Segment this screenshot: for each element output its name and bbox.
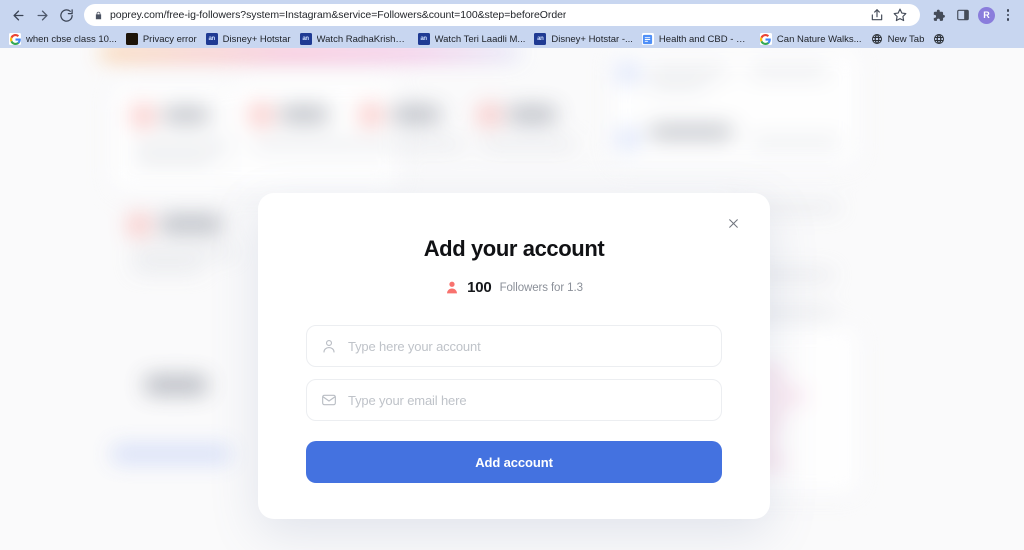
forward-arrow-icon xyxy=(35,8,50,23)
envelope-icon xyxy=(321,392,337,408)
bookmark-item[interactable]: when cbse class 10... xyxy=(6,32,123,46)
bookmark-label: Watch Teri Laadli M... xyxy=(434,33,526,45)
three-dot-menu-icon[interactable] xyxy=(1000,5,1016,26)
close-icon xyxy=(727,217,740,235)
back-arrow-icon xyxy=(11,8,26,23)
menu-dot xyxy=(1006,9,1010,12)
globe-icon xyxy=(933,33,945,45)
person-icon xyxy=(445,280,459,295)
bookmark-label: Disney+ Hotstar xyxy=(222,33,291,45)
avatar[interactable]: R xyxy=(978,6,995,24)
bookmark-item[interactable]: Can Nature Walks... xyxy=(757,32,868,46)
bookmark-item[interactable]: an Disney+ Hotstar -... xyxy=(531,32,639,46)
address-bar[interactable]: poprey.com/free-ig-followers?system=Inst… xyxy=(84,4,920,26)
bookmark-item[interactable] xyxy=(930,32,956,46)
reload-icon xyxy=(59,8,74,23)
reload-button[interactable] xyxy=(54,3,78,27)
account-field[interactable] xyxy=(306,325,722,367)
modal-overlay: Add your account 100 Followers for 1.3 T… xyxy=(0,48,1024,550)
bookmark-item[interactable]: an Disney+ Hotstar xyxy=(203,32,297,46)
close-button[interactable] xyxy=(722,215,744,237)
url-text: poprey.com/free-ig-followers?system=Inst… xyxy=(110,9,567,21)
omnibox-actions xyxy=(866,5,910,26)
bookmark-label: Watch RadhaKrishn... xyxy=(316,33,409,45)
account-input[interactable] xyxy=(348,338,707,354)
side-panel-icon[interactable] xyxy=(952,5,973,26)
add-account-modal: Add your account 100 Followers for 1.3 T… xyxy=(258,193,770,519)
follower-count: 100 xyxy=(467,279,492,296)
page-title: Add your account xyxy=(423,236,605,261)
order-summary: 100 Followers for 1.3 xyxy=(306,279,722,296)
document-icon xyxy=(641,33,654,45)
back-button[interactable] xyxy=(6,3,30,27)
person-outline-icon xyxy=(321,338,337,354)
toolbar-right-actions: R xyxy=(928,5,1018,26)
bookmark-label: New Tab xyxy=(887,33,925,45)
bookmark-label: Health and CBD - G... xyxy=(658,33,751,45)
dark-site-icon xyxy=(125,33,138,45)
hotstar-icon: an xyxy=(299,33,312,45)
star-icon[interactable] xyxy=(889,5,910,26)
menu-dot xyxy=(1006,18,1010,21)
bookmark-label: Disney+ Hotstar -... xyxy=(551,33,633,45)
google-icon xyxy=(9,33,21,45)
google-icon xyxy=(759,33,772,45)
lock-icon xyxy=(94,10,103,21)
menu-dot xyxy=(1006,13,1010,17)
forward-button[interactable] xyxy=(30,3,54,27)
bookmark-label: when cbse class 10... xyxy=(26,33,117,45)
browser-toolbar: poprey.com/free-ig-followers?system=Inst… xyxy=(0,0,1024,30)
bookmark-item[interactable]: an Watch RadhaKrishn... xyxy=(297,32,415,46)
hotstar-icon: an xyxy=(534,33,547,45)
bookmark-label: Can Nature Walks... xyxy=(776,33,862,45)
share-icon[interactable] xyxy=(866,5,887,26)
follower-count-description: Followers for 1.3 xyxy=(499,281,583,294)
bookmark-item[interactable]: New Tab xyxy=(868,32,931,46)
hotstar-icon: an xyxy=(417,33,430,45)
email-input[interactable] xyxy=(348,392,707,408)
bookmark-item[interactable]: Privacy error xyxy=(123,32,203,46)
bookmark-label: Privacy error xyxy=(142,33,197,45)
email-field[interactable] xyxy=(306,379,722,421)
bookmark-item[interactable]: an Watch Teri Laadli M... xyxy=(415,32,532,46)
globe-icon xyxy=(871,33,883,45)
puzzle-piece-icon[interactable] xyxy=(928,5,949,26)
browser-chrome: poprey.com/free-ig-followers?system=Inst… xyxy=(0,0,1024,48)
page-viewport: Add your account 100 Followers for 1.3 T… xyxy=(0,48,1024,550)
bookmarks-bar: when cbse class 10... Privacy error an D… xyxy=(0,30,1024,48)
add-account-button[interactable]: Add account xyxy=(306,441,722,483)
bookmark-item[interactable]: Health and CBD - G... xyxy=(639,32,757,46)
hotstar-icon: an xyxy=(205,33,218,45)
